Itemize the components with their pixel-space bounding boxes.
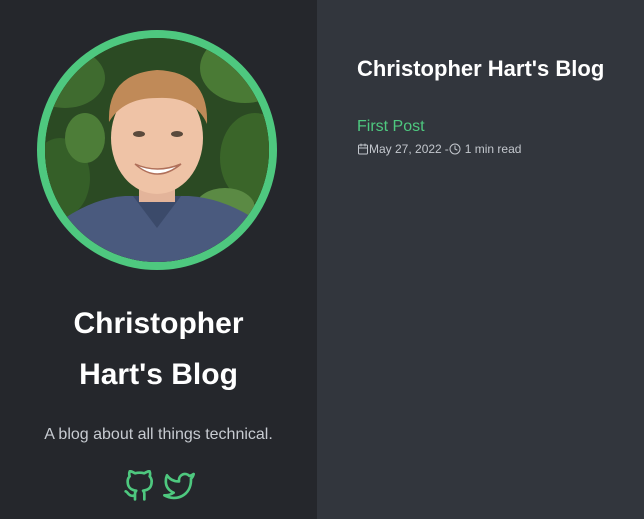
main-title: Christopher Hart's Blog	[357, 56, 605, 81]
calendar-icon	[358, 143, 368, 155]
github-link[interactable]	[123, 469, 155, 502]
sidebar-title-line2: Hart's Blog	[79, 358, 238, 391]
avatar	[45, 38, 269, 262]
clock-icon	[449, 143, 461, 155]
avatar-image	[45, 38, 269, 262]
twitter-icon	[162, 472, 195, 500]
post-date: May 27, 2022	[369, 142, 442, 156]
post-meta: May 27, 2022 - 1 min read	[357, 142, 521, 156]
blog-tagline: A blog about all things technical.	[44, 426, 273, 443]
post-title-link[interactable]: First Post	[357, 118, 425, 136]
sidebar: Christopher Hart's Blog A blog about all…	[0, 0, 317, 519]
sidebar-title-line1: Christopher	[73, 307, 244, 340]
github-icon	[123, 469, 153, 501]
twitter-link[interactable]	[162, 470, 195, 502]
post-read-time: 1 min read	[464, 142, 522, 156]
sidebar-title: Christopher Hart's Blog	[0, 298, 317, 400]
social-links	[0, 469, 317, 502]
avatar-ring	[37, 30, 277, 270]
